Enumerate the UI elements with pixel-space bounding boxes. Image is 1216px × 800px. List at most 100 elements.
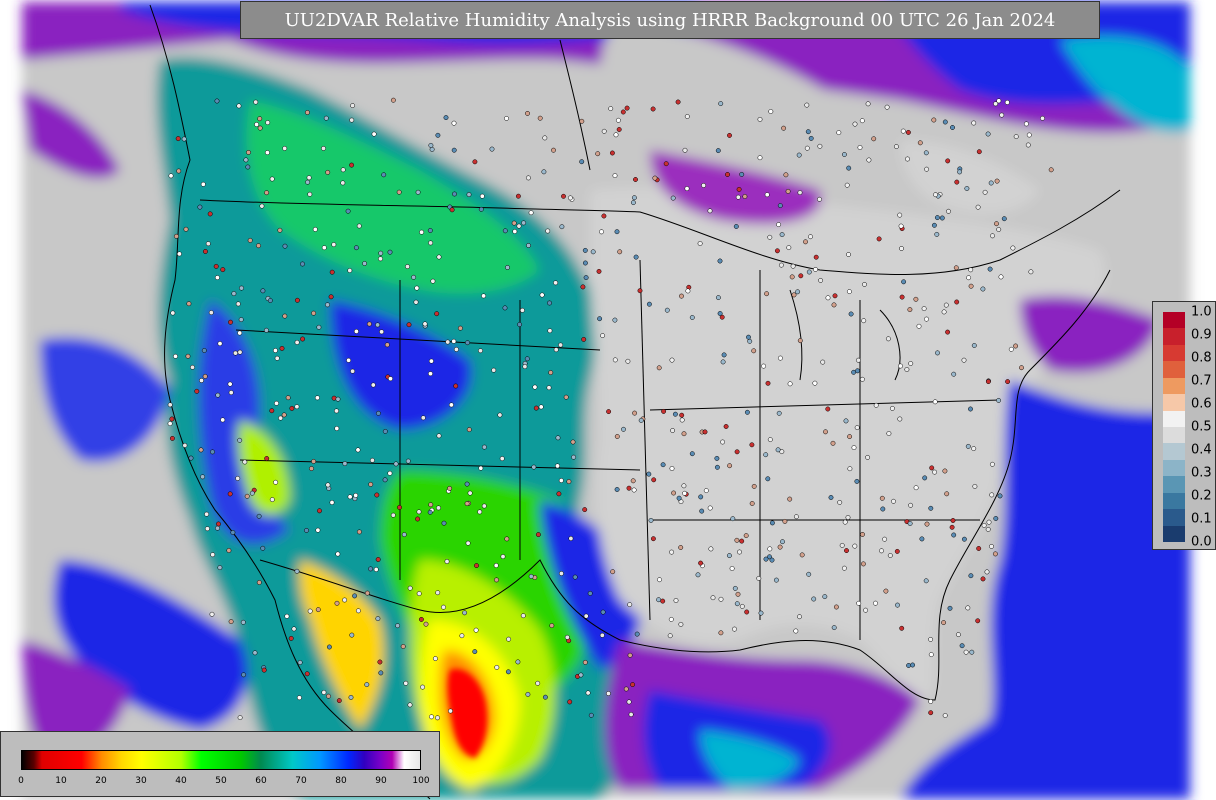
observation-dot (876, 236, 882, 242)
innovation-colorbar: 1.0 0.9 0.8 0.7 0.6 0.5 0.4 0.3 0.2 0.1 0.0 (1152, 301, 1216, 550)
observation-dot (904, 367, 910, 372)
observation-dot (737, 549, 742, 555)
observation-dot (444, 559, 450, 564)
observation-dot (717, 311, 723, 316)
observation-dot (525, 175, 531, 181)
observation-dot (661, 408, 667, 414)
observation-dot (763, 556, 769, 562)
observation-dot (227, 381, 233, 387)
observation-dot (751, 483, 757, 489)
observation-dot (209, 611, 215, 617)
observation-dot (377, 659, 383, 665)
observation-dot (428, 240, 434, 246)
observation-dot (679, 417, 685, 423)
observation-dot (885, 336, 891, 342)
observation-dot (718, 101, 724, 107)
observation-dot (839, 542, 845, 548)
observation-dot (818, 277, 824, 283)
observation-dot (856, 600, 862, 606)
observation-dot (436, 433, 442, 439)
observation-dot (420, 415, 426, 421)
observation-dot (1048, 167, 1054, 173)
observation-dot (345, 208, 351, 214)
observation-dot (582, 507, 588, 513)
observation-dot (854, 425, 860, 431)
observation-dot (993, 516, 999, 521)
observation-dot (210, 552, 216, 558)
observation-dot (822, 594, 828, 600)
observation-dot (282, 145, 288, 151)
observation-dot (512, 229, 518, 234)
observation-dot (497, 412, 503, 418)
observation-dot (634, 631, 640, 637)
observation-dot (264, 150, 270, 156)
observation-dot (453, 383, 459, 389)
observation-dot (515, 193, 521, 199)
observation-dot (328, 294, 334, 300)
observation-dot (939, 215, 945, 221)
observation-dot (307, 608, 313, 614)
observation-dot (841, 152, 847, 157)
observation-dot (347, 268, 353, 273)
observation-dot (169, 416, 175, 422)
observation-dot (281, 412, 287, 418)
observation-dot (323, 115, 329, 121)
observation-dot (623, 686, 629, 692)
observation-dot (315, 527, 321, 533)
observation-dot (968, 267, 974, 273)
observation-dot (1023, 121, 1029, 127)
observation-dot (237, 330, 243, 336)
observation-dot (581, 336, 587, 342)
observation-dot (777, 544, 783, 550)
observation-dot (715, 148, 721, 154)
observation-dot (267, 298, 273, 303)
observation-dot (891, 498, 896, 504)
observation-dot (846, 252, 851, 257)
observation-dot (378, 250, 384, 256)
observation-dot (727, 463, 733, 469)
observation-dot (944, 491, 950, 497)
observation-dot (563, 394, 569, 400)
observation-dot (689, 315, 695, 320)
observation-dot (334, 600, 340, 606)
observation-dot (934, 215, 940, 221)
observation-dot (941, 620, 947, 626)
observation-dot (799, 552, 805, 558)
observation-dot (739, 603, 745, 609)
observation-dot (1025, 142, 1031, 148)
observation-dot (805, 129, 811, 135)
humidity-tick: 0 (18, 776, 24, 786)
observation-dot (167, 402, 173, 408)
observation-dot (846, 289, 852, 295)
observation-dot (428, 358, 434, 364)
observation-dot (823, 429, 828, 435)
observation-dot (679, 412, 685, 418)
observation-dot (253, 99, 259, 105)
observation-dot (595, 151, 601, 157)
observation-dot (384, 342, 390, 348)
observation-dot (919, 536, 925, 542)
innovation-tick: 0.1 (1191, 511, 1212, 527)
observation-dot (277, 227, 283, 233)
observation-dot (304, 527, 309, 533)
observation-dot (202, 373, 208, 379)
observation-dot (321, 689, 327, 695)
observation-dot (774, 248, 780, 254)
observation-dot (583, 275, 589, 281)
observation-dot (808, 234, 813, 240)
observation-dot (631, 487, 637, 493)
observation-dot (882, 536, 888, 542)
observation-dot (349, 162, 355, 168)
observation-dot (842, 519, 848, 525)
observation-dot (648, 517, 654, 523)
observation-dot (542, 694, 548, 700)
observation-dot (282, 313, 288, 319)
observation-dot (616, 127, 622, 132)
observation-dot (601, 128, 607, 134)
observation-dot (257, 116, 263, 122)
observation-dot (776, 222, 782, 228)
observation-dot (998, 274, 1004, 280)
observation-dot (608, 106, 614, 112)
observation-dot (610, 569, 616, 575)
observation-dot (928, 652, 934, 658)
